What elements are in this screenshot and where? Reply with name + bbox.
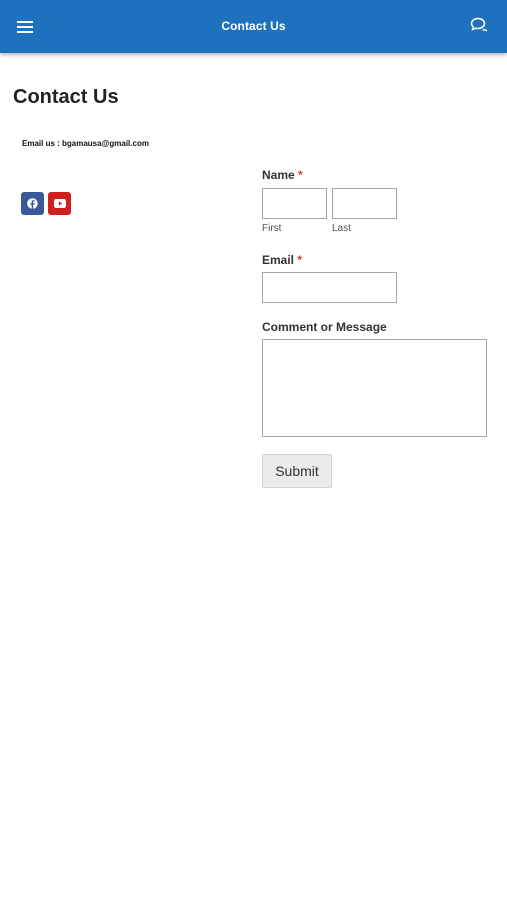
app-bar-title: Contact Us <box>221 19 286 33</box>
contact-email: Email us : bgamausa@gmail.com <box>22 139 149 148</box>
last-sublabel: Last <box>332 223 351 234</box>
page-title: Contact Us <box>13 86 119 108</box>
email-label-text: Email <box>262 253 295 267</box>
email-label: Email * <box>262 253 302 267</box>
chat-button[interactable] <box>467 13 491 37</box>
social-links <box>21 192 71 215</box>
submit-button[interactable]: Submit <box>262 454 332 488</box>
first-sublabel: First <box>262 223 282 234</box>
app-bar: Contact Us <box>0 0 507 53</box>
comment-textarea[interactable] <box>262 339 487 437</box>
facebook-icon <box>27 198 38 209</box>
name-label: Name * <box>262 168 303 182</box>
facebook-link[interactable] <box>21 192 44 215</box>
name-label-text: Name <box>262 168 295 182</box>
last-name-input[interactable] <box>332 188 397 219</box>
chat-bubbles-icon <box>470 17 488 32</box>
required-mark: * <box>297 253 303 267</box>
required-mark: * <box>298 168 303 182</box>
comment-label: Comment or Message <box>262 320 387 334</box>
first-name-input[interactable] <box>262 188 327 219</box>
youtube-icon <box>53 199 66 208</box>
email-input[interactable] <box>262 272 397 303</box>
youtube-link[interactable] <box>48 192 71 215</box>
